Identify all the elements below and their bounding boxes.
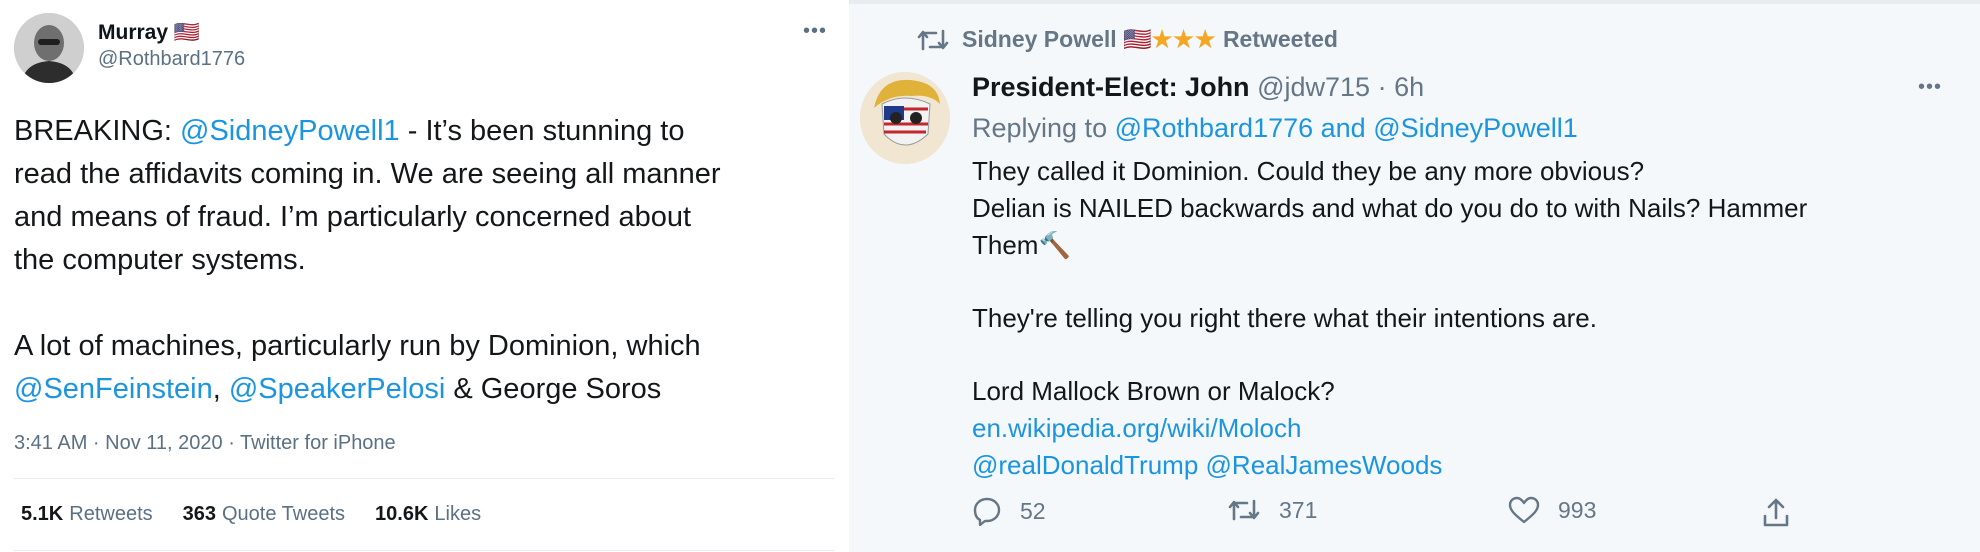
like-icon <box>1508 496 1540 524</box>
text-fragment: & George Soros <box>445 373 662 405</box>
mention-link[interactable]: @SenFeinstein <box>14 373 213 405</box>
divider <box>14 550 834 551</box>
retweet-button[interactable]: 371 <box>1227 496 1317 524</box>
reply-and: and <box>1313 113 1374 143</box>
mention-link[interactable]: @RealJamesWoods <box>1206 450 1443 480</box>
author-name[interactable]: Murray 🇺🇸 <box>98 21 200 45</box>
mention-link[interactable]: @realDonaldTrump <box>972 450 1198 480</box>
reply-icon <box>972 496 1002 526</box>
wikipedia-link[interactable]: en.wikipedia.org/wiki/Moloch <box>972 413 1301 443</box>
divider <box>14 478 834 479</box>
tweet-stats: 5.1K Retweets 363 Quote Tweets 10.6K Likes <box>21 503 481 526</box>
tweet-actions: 52 371 993 <box>972 496 1912 536</box>
tweet-header: President-Elect: John @jdw715 · 6h <box>972 72 1424 103</box>
star-emojis: ★★★ <box>1151 26 1217 52</box>
text-line: read the affidavits coming in. We are se… <box>14 158 721 190</box>
tweet-text: They called it Dominion. Could they be a… <box>972 153 1952 484</box>
tweet-text: BREAKING: @SidneyPowell1 - It’s been stu… <box>14 110 834 411</box>
quote-tweets-stat[interactable]: 363 Quote Tweets <box>183 503 345 526</box>
mention-link[interactable]: @SidneyPowell1 <box>180 115 400 147</box>
more-icon[interactable]: ••• <box>1918 76 1942 99</box>
mention-link[interactable]: @Rothbard1776 <box>1115 113 1314 143</box>
avatar-image <box>14 13 84 83</box>
mention-link[interactable]: @SpeakerPelosi <box>229 373 445 405</box>
text-line: and means of fraud. I’m particularly con… <box>14 201 692 233</box>
text-line: Delian is NAILED backwards and what do y… <box>972 193 1808 223</box>
author-name[interactable]: President-Elect: John <box>972 72 1250 102</box>
text-line: They called it Dominion. Could they be a… <box>972 156 1645 186</box>
avatar-image <box>860 72 950 164</box>
like-count: 993 <box>1558 496 1597 523</box>
more-icon[interactable]: ••• <box>803 20 827 43</box>
reply-count: 52 <box>1020 497 1046 524</box>
tweet-meta[interactable]: 3:41 AM · Nov 11, 2020 · Twitter for iPh… <box>14 432 396 455</box>
reply-button[interactable]: 52 <box>972 496 1046 526</box>
author-avatar[interactable] <box>860 72 950 164</box>
mention-link[interactable]: @SidneyPowell1 <box>1373 113 1578 143</box>
likes-stat[interactable]: 10.6K Likes <box>375 503 481 526</box>
author-handle[interactable]: @Rothbard1776 <box>98 48 245 71</box>
left-tweet-card: Murray 🇺🇸 @Rothbard1776 ••• BREAKING: @S… <box>0 0 849 552</box>
text-prefix: BREAKING: <box>14 115 180 147</box>
retweet-icon <box>1227 496 1261 524</box>
text-line: Them🔨 <box>972 230 1071 260</box>
reply-prefix: Replying to <box>972 113 1115 143</box>
tweet-time[interactable]: · 6h <box>1378 72 1425 102</box>
text-line: A lot of machines, particularly run by D… <box>14 330 701 362</box>
flag-emoji: 🇺🇸 <box>173 21 201 44</box>
text-fragment: , <box>212 373 229 405</box>
text-fragment: - It’s been stunning to <box>399 115 685 147</box>
text-line: Lord Mallock Brown or Malock? <box>972 376 1335 406</box>
retweet-count: 371 <box>1279 496 1318 523</box>
like-button[interactable]: 993 <box>1508 496 1596 524</box>
text-line: They're telling you right there what the… <box>972 303 1597 333</box>
share-icon <box>1761 496 1791 528</box>
share-button[interactable] <box>1761 496 1791 528</box>
retweeted-banner: Sidney Powell 🇺🇸★★★ Retweeted <box>916 26 1338 53</box>
text-line: the computer systems. <box>14 244 306 276</box>
replying-to: Replying to @Rothbard1776 and @SidneyPow… <box>972 113 1578 144</box>
retweet-icon <box>916 27 950 53</box>
retweeter-name[interactable]: Sidney Powell 🇺🇸★★★ Retweeted <box>962 26 1338 53</box>
author-avatar[interactable] <box>14 13 84 83</box>
author-handle[interactable]: @jdw715 <box>1257 72 1370 102</box>
retweets-stat[interactable]: 5.1K Retweets <box>21 503 153 526</box>
